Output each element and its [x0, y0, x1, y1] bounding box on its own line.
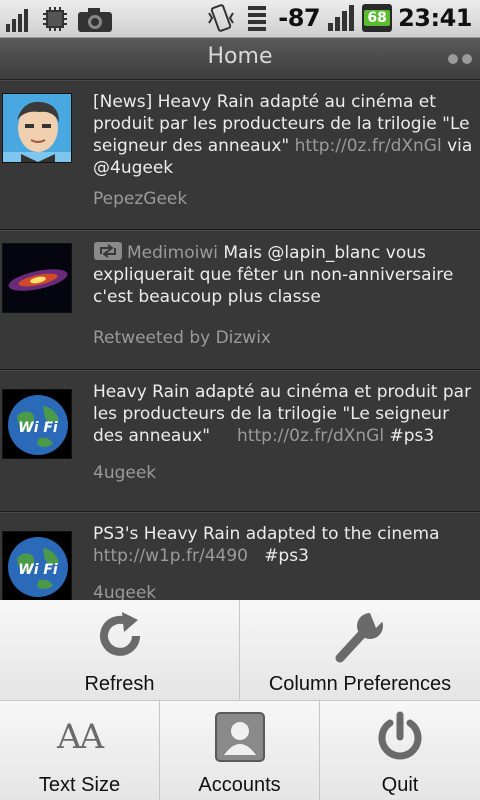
- refresh-label: Refresh: [84, 673, 155, 695]
- options-menu: Refresh Column Preferences AA Text Size …: [0, 600, 480, 800]
- camera-icon: [78, 8, 112, 32]
- tweet-author[interactable]: 4ugeek: [93, 463, 156, 483]
- avatar[interactable]: [2, 243, 72, 313]
- vibrate-icon: [208, 4, 235, 32]
- tweet-text: [News] Heavy Rain adapté au cinéma et pr…: [93, 92, 473, 178]
- column-preferences-label: Column Preferences: [268, 673, 452, 695]
- tweet-author[interactable]: PepezGeek: [93, 189, 187, 209]
- tweet-username[interactable]: Medimoiwi: [127, 243, 218, 263]
- wrench-icon: [335, 613, 384, 663]
- signal-strength: -87: [278, 4, 321, 32]
- svg-text:Wi Fi: Wi Fi: [18, 562, 58, 578]
- quit-label: Quit: [381, 774, 419, 796]
- power-icon: [378, 711, 422, 760]
- timeline[interactable]: [News] Heavy Rain adapté au cinéma et pr…: [0, 80, 480, 632]
- avatar[interactable]: Wi Fi: [2, 389, 72, 459]
- text-size-icon: AA: [56, 717, 104, 757]
- svg-text:Wi Fi: Wi Fi: [18, 420, 58, 436]
- column-preferences-button[interactable]: Column Preferences: [240, 600, 480, 700]
- retweet-label: Retweeted by Dizwix: [93, 328, 271, 348]
- refresh-button[interactable]: Refresh: [0, 600, 240, 700]
- battery-icon: 68: [362, 4, 393, 32]
- clock: 23:41: [398, 4, 472, 32]
- column-indicator: [448, 54, 472, 64]
- refresh-icon: [99, 612, 140, 656]
- tweet-hashtag[interactable]: #ps3: [264, 546, 309, 566]
- tweet-text: Heavy Rain adapté au cinéma et produit p…: [93, 382, 472, 446]
- accounts-label: Accounts: [198, 774, 281, 796]
- accounts-button[interactable]: Accounts: [160, 701, 320, 800]
- tweet-item[interactable]: Wi Fi Heavy Rain adapté au cinéma et pro…: [0, 370, 480, 512]
- page-title: Home: [207, 44, 273, 69]
- tweet-item[interactable]: [News] Heavy Rain adapté au cinéma et pr…: [0, 80, 480, 230]
- quit-button[interactable]: Quit: [320, 701, 480, 800]
- accounts-icon: [214, 712, 265, 762]
- wifi-icon: [248, 6, 267, 31]
- tweet-link[interactable]: http://0z.fr/dXnGl: [295, 136, 442, 156]
- retweet-icon: [94, 242, 122, 260]
- avatar[interactable]: [2, 93, 72, 163]
- chip-icon: [43, 7, 67, 31]
- text-size-button[interactable]: AA Text Size: [0, 701, 160, 800]
- status-bar: -87 68 23:41: [0, 0, 480, 38]
- title-bar: Home: [0, 38, 480, 80]
- tweet-link[interactable]: http://w1p.fr/4490: [93, 546, 248, 566]
- signal-bars-icon: [6, 9, 28, 32]
- text-size-label: Text Size: [38, 774, 121, 796]
- battery-level: 68: [364, 10, 391, 26]
- tweet-text: PS3's Heavy Rain adapted to the cinema h…: [93, 524, 440, 566]
- avatar[interactable]: Wi Fi: [2, 531, 72, 601]
- tweet-link[interactable]: http://0z.fr/dXnGl: [237, 426, 384, 446]
- tweet-item[interactable]: Medimoiwi Mais @lapin_blanc vous expliqu…: [0, 230, 480, 370]
- tweet-hashtag[interactable]: #ps3: [390, 426, 435, 446]
- cell-signal-icon: [328, 5, 355, 31]
- tweet-text: Medimoiwi Mais @lapin_blanc vous expliqu…: [93, 242, 454, 307]
